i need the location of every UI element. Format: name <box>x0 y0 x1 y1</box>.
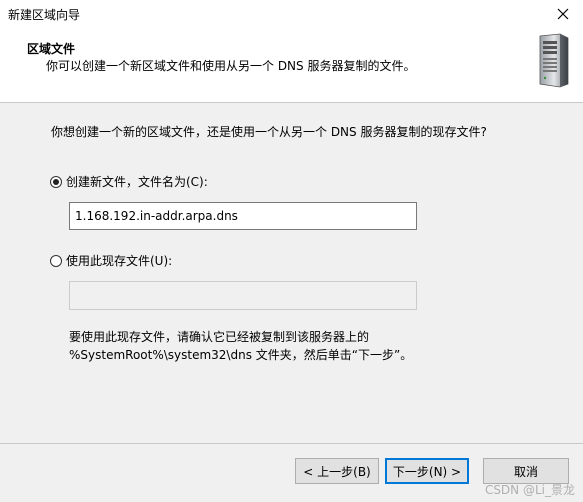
header-subtitle: 你可以创建一个新区域文件和使用从另一个 DNS 服务器复制的文件。 <box>46 59 416 73</box>
radio-create-new-indicator[interactable] <box>50 175 62 188</box>
radio-create-new-file[interactable]: 创建新文件，文件名为(C): <box>50 173 208 190</box>
server-icon <box>539 33 569 88</box>
question-text: 你想创建一个新的区域文件，还是使用一个从另一个 DNS 服务器复制的现存文件? <box>51 125 487 139</box>
footer-separator <box>0 443 583 444</box>
next-button[interactable]: 下一步(N) > <box>385 458 469 484</box>
wizard-content: 你想创建一个新的区域文件，还是使用一个从另一个 DNS 服务器复制的现存文件? … <box>0 103 583 443</box>
new-file-name-input[interactable] <box>69 202 417 230</box>
radio-selected-dot <box>53 178 59 185</box>
radio-use-existing-file[interactable]: 使用此现存文件(U): <box>50 252 172 269</box>
header-title: 区域文件 <box>27 42 76 56</box>
new-zone-wizard-window: 新建区域向导 区域文件 你可以创建一个新区域文件和使用从另一个 DNS 服务器复… <box>0 0 583 502</box>
window-title: 新建区域向导 <box>8 8 81 22</box>
radio-create-new-label: 创建新文件，文件名为(C): <box>66 175 208 189</box>
radio-use-existing-label: 使用此现存文件(U): <box>66 254 173 268</box>
existing-file-hint: 要使用此现存文件，请确认它已经被复制到该服务器上的 %SystemRoot%\s… <box>69 328 412 364</box>
watermark: CSDN @Li_景龙 <box>484 483 575 497</box>
close-button[interactable] <box>543 0 583 28</box>
hint-line-2: %SystemRoot%\system32\dns 文件夹，然后单击“下一步”。 <box>69 348 413 362</box>
title-bar: 新建区域向导 <box>0 0 583 28</box>
wizard-header: 区域文件 你可以创建一个新区域文件和使用从另一个 DNS 服务器复制的文件。 <box>0 28 583 103</box>
existing-file-name-input[interactable] <box>69 281 417 310</box>
hint-line-1: 要使用此现存文件，请确认它已经被复制到该服务器上的 <box>69 330 370 344</box>
back-button[interactable]: < 上一步(B) <box>295 458 379 484</box>
close-icon <box>557 8 569 20</box>
radio-use-existing-indicator[interactable] <box>50 254 62 267</box>
